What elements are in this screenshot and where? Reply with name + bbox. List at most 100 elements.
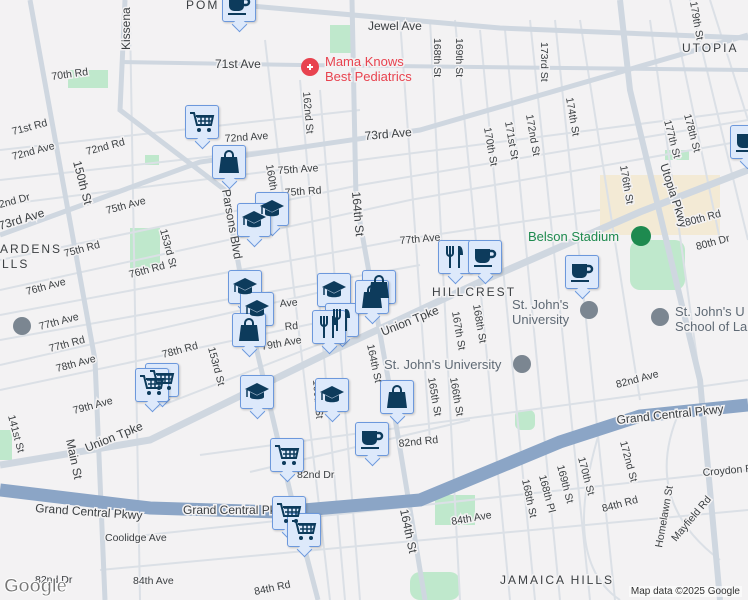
shopping-cart-marker[interactable] xyxy=(185,105,219,139)
street-label: 80th Dr xyxy=(695,232,732,253)
street-label: 77th Ave xyxy=(399,231,441,247)
graduation-cap-marker[interactable] xyxy=(240,375,274,409)
street-label: Main St xyxy=(63,438,85,481)
shopping-cart-icon xyxy=(274,444,300,466)
street-label: 79th Ave xyxy=(72,395,115,417)
street-label: 164th St xyxy=(397,508,420,555)
svg-text:St. John's U: St. John's U xyxy=(675,304,745,319)
coffee-marker[interactable] xyxy=(468,240,502,274)
street-label: 84th Ave xyxy=(133,575,174,587)
graduation-cap-marker[interactable] xyxy=(317,273,351,307)
svg-text:School of La: School of La xyxy=(675,319,748,334)
restaurant-icon xyxy=(444,245,466,269)
street-label: 71st Rd xyxy=(11,117,49,138)
graduation-cap-icon xyxy=(244,382,270,402)
university-icon xyxy=(580,301,598,319)
coffee-icon xyxy=(570,261,594,283)
street-label: 173rd St xyxy=(538,42,550,82)
coffee-icon xyxy=(360,428,384,450)
shopping-bag-marker[interactable] xyxy=(212,145,246,179)
shopping-bag-marker[interactable] xyxy=(380,380,414,414)
shopping-cart-icon xyxy=(189,111,215,133)
street-label: 150th St xyxy=(70,159,95,206)
street-label: 162nd St xyxy=(300,91,316,134)
poi-st-johns-university-2[interactable]: St. John's University xyxy=(383,355,531,374)
street-label: 73rd Ave xyxy=(364,125,413,143)
street-label: 172nd St xyxy=(617,440,639,484)
neighborhood-label: HILLCREST xyxy=(432,285,516,299)
street-label: 169th St xyxy=(554,464,576,505)
graduation-cap-icon xyxy=(321,280,347,300)
neighborhood-label: LLS xyxy=(2,257,29,271)
neighborhood-label: ARDENS xyxy=(0,242,62,256)
street-label: 167th St xyxy=(449,310,468,351)
svg-text:St. John's University: St. John's University xyxy=(384,357,502,372)
graduation-cap-marker[interactable] xyxy=(315,378,349,412)
street-label: 168th St xyxy=(470,303,489,344)
street-label: 84th Rd xyxy=(601,494,640,515)
shopping-bag-icon xyxy=(218,150,240,174)
coffee-marker[interactable] xyxy=(222,0,256,22)
shopping-cart-marker[interactable] xyxy=(135,368,169,402)
svg-text:St. John's: St. John's xyxy=(512,297,569,312)
shopping-cart-icon xyxy=(139,374,165,396)
map-attribution[interactable]: Map data ©2025 Google xyxy=(628,586,742,597)
coffee-icon xyxy=(735,131,748,153)
street-label: Jewel Ave xyxy=(368,19,422,33)
street-label: Kissena xyxy=(119,7,133,50)
neighborhood-label: JAMAICA HILLS xyxy=(500,573,614,587)
coffee-icon xyxy=(227,0,251,16)
graduation-cap-icon xyxy=(319,385,345,405)
street-label: 78th Rd xyxy=(161,340,200,361)
street-label: Ave xyxy=(279,296,298,310)
street-label: Mayfield Rd xyxy=(669,494,714,544)
graduation-cap-icon xyxy=(232,277,258,297)
street-label: 71st Ave xyxy=(215,57,261,71)
university-icon xyxy=(651,308,669,326)
street-label: 77th Rd xyxy=(48,334,87,355)
street-label: Coolidge Ave xyxy=(105,532,167,544)
street-label: 75th Ave xyxy=(105,195,148,217)
neighborhood-label: UTOPIA xyxy=(682,41,738,55)
svg-text:Mama Knows: Mama Knows xyxy=(325,54,404,69)
svg-text:Best Pediatrics: Best Pediatrics xyxy=(325,69,412,84)
street-label: 172nd St xyxy=(523,113,542,157)
street-label: 168th St xyxy=(519,478,539,519)
street-label: 75th Rd xyxy=(284,184,322,199)
coffee-marker[interactable] xyxy=(565,255,599,289)
shopping-bag-icon xyxy=(238,318,260,342)
svg-text:University: University xyxy=(512,312,570,327)
street-label: 177th St xyxy=(661,119,683,160)
street-label: 153rd St xyxy=(205,346,227,388)
shopping-cart-marker[interactable] xyxy=(287,513,321,547)
street-label: 72nd Ave xyxy=(224,130,268,145)
poi-law-school[interactable]: St. John's U School of La xyxy=(651,303,748,336)
coffee-marker[interactable] xyxy=(355,422,389,456)
street-label: Rd xyxy=(284,320,299,333)
street-label: 75th Ave xyxy=(277,162,319,177)
shopping-cart-icon xyxy=(291,519,317,541)
neighborhood-label: POM xyxy=(186,0,219,12)
street-label: Grand Central Pkwy xyxy=(616,402,724,427)
poi-pediatrics[interactable]: Mama Knows Best Pediatrics xyxy=(301,53,414,86)
google-logo: Google xyxy=(3,576,67,598)
university-icon xyxy=(513,355,531,373)
street-label: 84th Rd xyxy=(253,579,292,598)
restaurant-icon xyxy=(318,315,340,339)
svg-text:Belson Stadium: Belson Stadium xyxy=(528,229,619,244)
shopping-bag-icon xyxy=(386,385,408,409)
street-label: 170th St xyxy=(481,126,500,167)
place-of-worship-icon[interactable] xyxy=(13,317,31,335)
shopping-cart-marker[interactable] xyxy=(270,438,304,472)
graduation-cap-icon xyxy=(244,299,270,319)
graduation-cap-icon xyxy=(241,210,267,230)
coffee-icon xyxy=(473,246,497,268)
coffee-marker[interactable] xyxy=(730,125,748,159)
street-label: 178th St xyxy=(681,113,703,154)
street-label: 72nd Ave xyxy=(11,140,56,163)
street-label: 2nd Dr xyxy=(0,191,32,211)
street-label: 79th Ave xyxy=(260,334,302,353)
shopping-bag-icon xyxy=(361,285,383,309)
street-label: 168th Pl xyxy=(536,474,558,514)
restaurant-marker[interactable] xyxy=(438,240,472,274)
